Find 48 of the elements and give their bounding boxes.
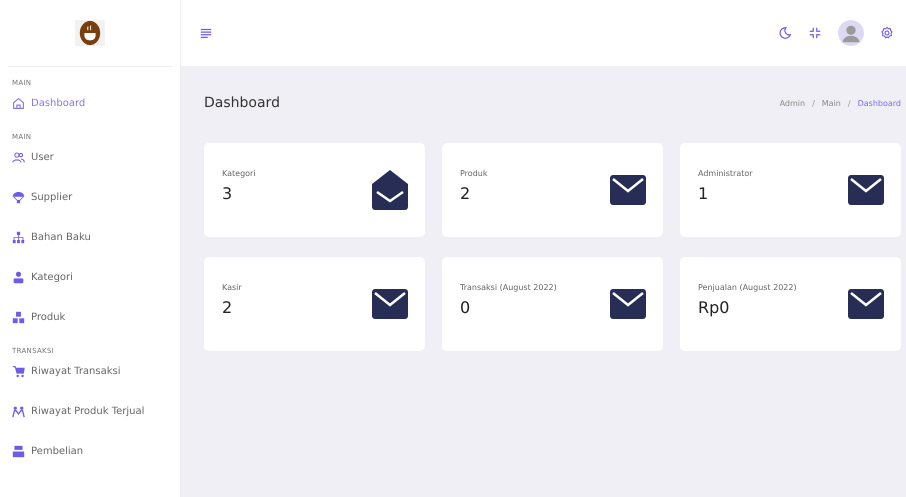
people-icon bbox=[12, 404, 25, 418]
stat-value: 3 bbox=[222, 184, 234, 203]
stat-value: 2 bbox=[222, 298, 234, 317]
open-envelope-icon bbox=[372, 170, 408, 210]
envelope-icon bbox=[848, 175, 884, 205]
sidebar-item[interactable]: Produk bbox=[12, 303, 66, 331]
cash-register-icon bbox=[12, 444, 25, 458]
user-tag-icon bbox=[12, 270, 25, 284]
stat-value: 0 bbox=[460, 298, 472, 317]
envelope-icon bbox=[848, 289, 884, 319]
cart-icon bbox=[12, 364, 25, 378]
stat-value: Rp0 bbox=[698, 298, 730, 317]
stat-value: 1 bbox=[698, 184, 710, 203]
menu-icon[interactable] bbox=[199, 26, 213, 40]
stat-label: Produk bbox=[460, 169, 488, 178]
breadcrumb-separator: / bbox=[848, 98, 851, 108]
page-title: Dashboard bbox=[204, 95, 280, 111]
stat-label: Kasir bbox=[222, 283, 242, 292]
breadcrumb-link[interactable]: Main bbox=[822, 98, 841, 108]
breadcrumb-separator: / bbox=[812, 98, 815, 108]
boxes-icon bbox=[12, 310, 25, 324]
avatar-icon[interactable] bbox=[838, 20, 864, 46]
envelope-icon bbox=[610, 175, 646, 205]
sidebar-item[interactable]: User bbox=[12, 143, 54, 171]
cup-logo-icon bbox=[75, 20, 105, 46]
stat-label: Kategori bbox=[222, 169, 256, 178]
envelope-icon bbox=[610, 289, 646, 319]
sitemap-icon bbox=[12, 230, 25, 244]
moon-icon[interactable] bbox=[778, 26, 792, 40]
stat-value: 2 bbox=[460, 184, 472, 203]
users-icon bbox=[12, 150, 25, 164]
collapse-icon[interactable] bbox=[808, 26, 822, 40]
stat-label: Penjualan (August 2022) bbox=[698, 283, 797, 292]
breadcrumb-link[interactable]: Admin bbox=[780, 98, 806, 108]
stat-label: Administrator bbox=[698, 169, 753, 178]
sidebar-item[interactable]: Kategori bbox=[12, 263, 73, 291]
sidebar-item[interactable]: Bahan Baku bbox=[12, 223, 91, 251]
parachute-icon bbox=[12, 190, 25, 204]
sidebar-item[interactable]: Riwayat Produk Terjual bbox=[12, 397, 144, 425]
sidebar-item[interactable]: Pembelian bbox=[12, 437, 84, 465]
home-icon bbox=[12, 96, 25, 110]
envelope-icon bbox=[372, 289, 408, 319]
stat-label: Transaksi (August 2022) bbox=[460, 283, 557, 292]
sidebar-item[interactable]: Riwayat Transaksi bbox=[12, 357, 121, 385]
breadcrumb-link[interactable]: Dashboard bbox=[858, 98, 901, 108]
sidebar-item[interactable]: Dashboard bbox=[12, 89, 86, 117]
settings-icon[interactable] bbox=[880, 26, 894, 40]
sidebar-item[interactable]: Supplier bbox=[12, 183, 72, 211]
